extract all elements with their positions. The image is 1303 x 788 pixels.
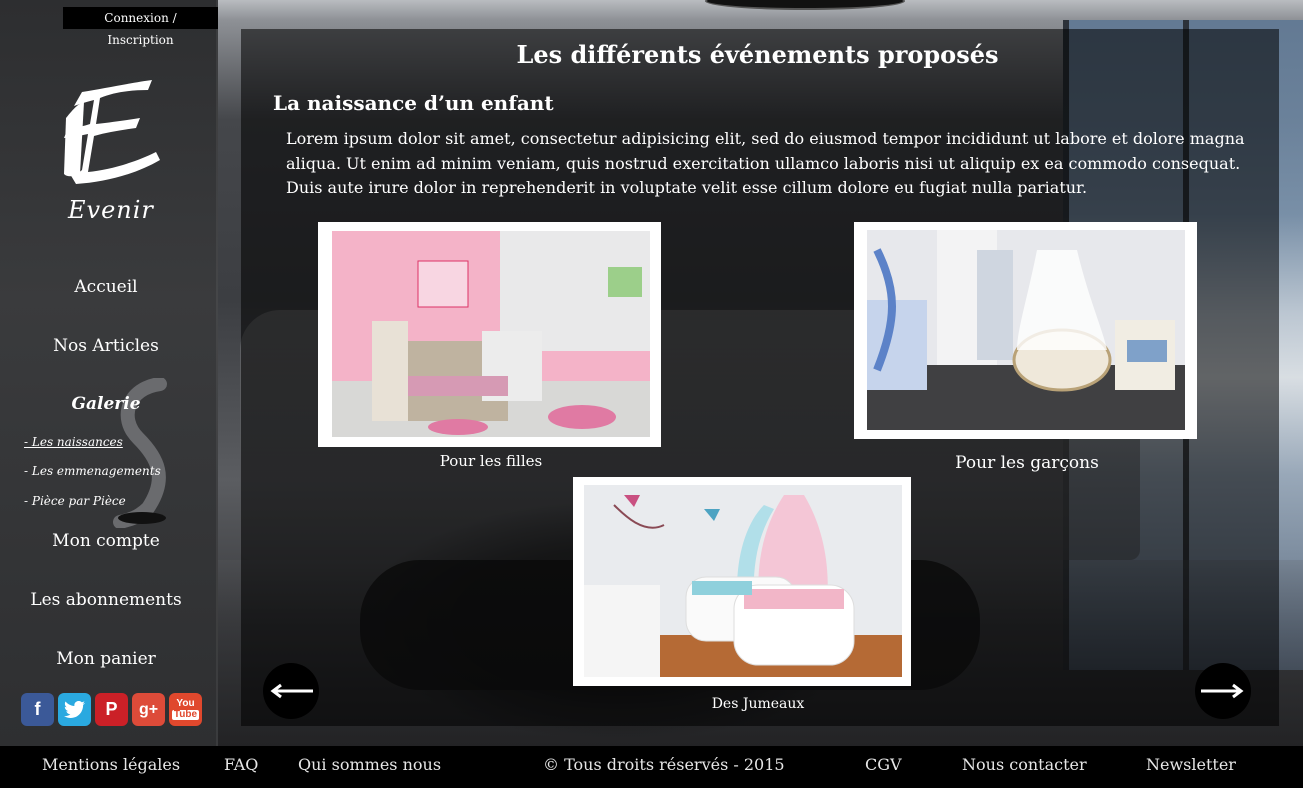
footer-mentions-legales[interactable]: Mentions légales — [42, 755, 180, 774]
brand-name: Evenir — [68, 196, 154, 224]
intro-paragraph: Lorem ipsum dolor sit amet, consectetur … — [286, 129, 1245, 197]
pinterest-icon[interactable]: P — [95, 693, 128, 726]
nav-galerie[interactable]: Galerie — [0, 394, 212, 414]
gallery-card-jumeaux[interactable] — [573, 477, 911, 686]
arrow-left-icon — [270, 683, 313, 699]
nav-accueil[interactable]: Accueil — [0, 277, 212, 297]
caption-garcons: Pour les garçons — [955, 453, 1099, 473]
arrow-right-icon — [1201, 683, 1244, 699]
prev-arrow-button[interactable] — [263, 663, 319, 719]
footer-newsletter[interactable]: Newsletter — [1146, 755, 1236, 774]
nav-mon-panier[interactable]: Mon panier — [0, 649, 212, 669]
youtube-icon[interactable]: You Tube — [169, 693, 202, 726]
nav-nos-articles[interactable]: Nos Articles — [0, 336, 212, 356]
twitter-icon[interactable] — [58, 693, 91, 726]
footer-nous-contacter[interactable]: Nous contacter — [962, 755, 1087, 774]
facebook-icon[interactable]: f — [21, 693, 54, 726]
social-links: f P g+ You Tube — [21, 693, 202, 726]
sidebar: Connexion / Inscription Evenir Accueil N… — [0, 0, 218, 746]
nav-mon-compte[interactable]: Mon compte — [0, 531, 212, 551]
footer-qui-sommes-nous[interactable]: Qui sommes nous — [298, 755, 441, 774]
boys-nursery-photo — [867, 230, 1185, 430]
google-plus-icon[interactable]: g+ — [132, 693, 165, 726]
gallery-card-garcons[interactable] — [854, 222, 1197, 439]
twins-nursery-photo — [584, 485, 902, 677]
footer-copyright: © Tous droits réservés - 2015 — [543, 755, 785, 774]
next-arrow-button[interactable] — [1195, 663, 1251, 719]
sub-nav-les-emmenagements[interactable]: - Les emmenagements — [24, 464, 161, 478]
nav-les-abonnements[interactable]: Les abonnements — [0, 590, 212, 610]
gallery-card-filles[interactable] — [318, 222, 661, 447]
sub-nav-piece-par-piece[interactable]: - Pièce par Pièce — [24, 494, 126, 508]
girls-nursery-photo — [332, 231, 650, 437]
caption-filles: Pour les filles — [439, 452, 543, 470]
footer: Mentions légales FAQ Qui sommes nous © T… — [0, 746, 1303, 788]
footer-faq[interactable]: FAQ — [224, 755, 258, 774]
login-register-button[interactable]: Connexion / Inscription — [63, 7, 218, 47]
footer-cgv[interactable]: CGV — [865, 755, 902, 774]
caption-jumeaux: Des Jumeaux — [711, 696, 805, 712]
section-title: La naissance d’un enfant — [273, 91, 554, 115]
sub-nav-les-naissances[interactable]: - Les naissances — [24, 435, 123, 449]
page-title: Les différents événements proposés — [516, 40, 999, 69]
